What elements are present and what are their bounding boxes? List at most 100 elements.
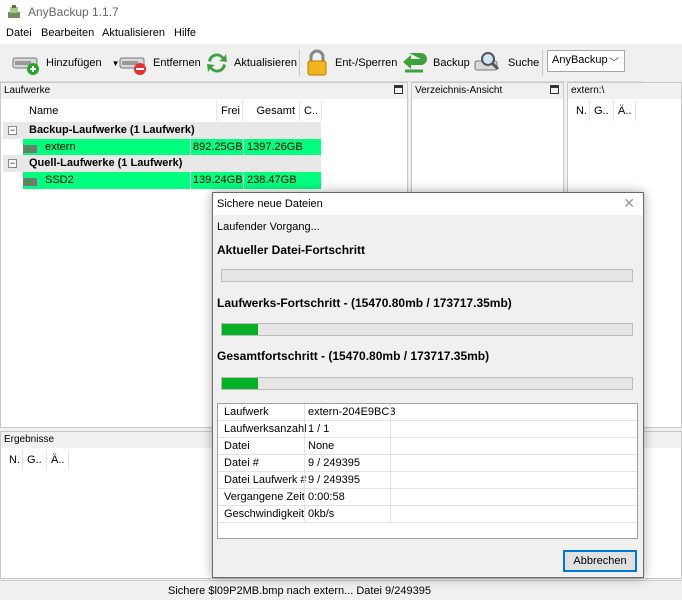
info-key: Geschwindigkeit bbox=[224, 508, 305, 520]
cell-divider bbox=[390, 489, 391, 506]
add-button[interactable]: Hinzufügen ▼ bbox=[12, 48, 120, 78]
column-header-g[interactable]: G.. bbox=[590, 101, 614, 121]
drive-name: extern bbox=[45, 141, 76, 153]
cancel-button-label: Abbrechen bbox=[573, 555, 627, 567]
info-key: Datei Laufwerk # bbox=[224, 474, 307, 486]
column-header-n[interactable]: N. bbox=[572, 101, 590, 121]
column-header-a[interactable]: Ä.. bbox=[47, 450, 69, 470]
column-header-name[interactable]: Name bbox=[25, 101, 217, 121]
cell-divider bbox=[390, 455, 391, 472]
menu-datei[interactable]: Datei bbox=[6, 27, 32, 39]
group-source-drives[interactable]: − Quell-Laufwerke (1 Laufwerk) bbox=[3, 155, 321, 172]
search-drive-icon bbox=[474, 52, 500, 71]
backup-button-label: Backup bbox=[433, 57, 470, 69]
table-row: Laufwerksanzahl 1 / 1 bbox=[218, 421, 637, 438]
backup-button[interactable]: Backup bbox=[401, 48, 470, 78]
close-icon[interactable]: ✕ bbox=[623, 195, 635, 212]
info-key: Vergangene Zeit bbox=[224, 491, 305, 503]
info-value: 9 / 249395 bbox=[308, 457, 360, 469]
drive-row-ssd2[interactable]: SSD2 139.24GB 238.47GB bbox=[23, 172, 321, 189]
cell-divider bbox=[390, 421, 391, 438]
total-progress-fill bbox=[222, 378, 259, 389]
table-row: Vergangene Zeit 0:00:58 bbox=[218, 489, 637, 506]
drive-free: 139.24GB bbox=[193, 174, 243, 186]
lock-button-label: Ent-/Sperren bbox=[335, 57, 398, 69]
column-header-c[interactable]: C.. bbox=[300, 101, 322, 121]
cell-divider bbox=[304, 421, 305, 438]
group-backup-drives[interactable]: − Backup-Laufwerke (1 Laufwerk) bbox=[3, 122, 321, 139]
cell-divider bbox=[304, 404, 305, 421]
column-header-n[interactable]: N. bbox=[5, 450, 23, 470]
info-key: Datei # bbox=[224, 457, 259, 469]
lock-button[interactable]: Ent-/Sperren bbox=[305, 48, 397, 78]
drives-panel-header: Laufwerke bbox=[1, 83, 407, 99]
dialog-title: Sichere neue Dateien bbox=[217, 198, 323, 210]
column-header-g[interactable]: G.. bbox=[23, 450, 47, 470]
drive-progress-label: Laufwerks-Fortschritt - (15470.80mb / 17… bbox=[217, 296, 512, 310]
group-label: Quell-Laufwerke (1 Laufwerk) bbox=[29, 157, 183, 169]
cell-divider bbox=[304, 489, 305, 506]
cell-divider bbox=[304, 455, 305, 472]
table-row: Laufwerk extern-204E9BC3 bbox=[218, 404, 637, 421]
column-header-free[interactable]: Frei bbox=[217, 101, 243, 121]
total-progress-bar bbox=[221, 377, 633, 390]
status-bar: Sichere $l09P2MB.bmp nach extern... Date… bbox=[0, 580, 682, 600]
drive-row-extern[interactable]: extern 892.25GB 1397.26GB bbox=[23, 139, 321, 156]
drive-name: SSD2 bbox=[45, 174, 74, 186]
cancel-button[interactable]: Abbrechen bbox=[563, 550, 637, 572]
dock-icon[interactable] bbox=[394, 85, 403, 94]
remove-button-label: Entfernen bbox=[153, 57, 201, 69]
app-logo-icon bbox=[8, 5, 20, 18]
column-label: G.. bbox=[594, 105, 609, 117]
info-value: None bbox=[308, 440, 335, 452]
collapse-icon[interactable]: − bbox=[8, 159, 17, 168]
cell-divider bbox=[304, 472, 305, 489]
window-title: AnyBackup 1.1.7 bbox=[28, 5, 119, 19]
info-key: Laufwerksanzahl bbox=[224, 423, 307, 435]
collapse-icon[interactable]: − bbox=[8, 126, 17, 135]
info-key: Laufwerk bbox=[224, 406, 269, 418]
profile-select[interactable]: AnyBackup ﹀ bbox=[547, 50, 625, 72]
search-button-label: Suche bbox=[508, 57, 540, 69]
column-label: G.. bbox=[27, 454, 42, 466]
info-value: 1 / 1 bbox=[308, 423, 330, 435]
refresh-button-label: Aktualisieren bbox=[234, 57, 297, 69]
drive-total: 238.47GB bbox=[247, 174, 297, 186]
dock-icon[interactable] bbox=[550, 85, 559, 94]
toolbar: Hinzufügen ▼ Entfernen Aktualisieren Ent… bbox=[0, 44, 642, 82]
column-header-a[interactable]: Ä.. bbox=[614, 101, 636, 121]
profile-select-value: AnyBackup bbox=[552, 54, 608, 66]
info-key: Datei bbox=[224, 440, 250, 452]
backup-progress-dialog: Sichere neue Dateien ✕ Laufender Vorgang… bbox=[212, 192, 644, 578]
refresh-button[interactable]: Aktualisieren bbox=[204, 48, 297, 78]
column-label: N. bbox=[9, 454, 20, 466]
menu-hilfe[interactable]: Hilfe bbox=[174, 27, 196, 39]
menu-aktualisieren[interactable]: Aktualisieren bbox=[102, 27, 165, 39]
drive-total: 1397.26GB bbox=[247, 141, 303, 153]
column-label: N. bbox=[576, 105, 587, 117]
group-label: Backup-Laufwerke (1 Laufwerk) bbox=[29, 124, 195, 136]
cell-divider bbox=[390, 472, 391, 489]
file-progress-label: Aktueller Datei-Fortschritt bbox=[217, 243, 366, 257]
menu-bearbeiten[interactable]: Bearbeiten bbox=[41, 27, 94, 39]
drive-icon bbox=[23, 178, 37, 186]
dialog-title-bar: Sichere neue Dateien ✕ bbox=[213, 193, 643, 215]
remove-drive-icon bbox=[119, 57, 146, 75]
backup-icon bbox=[403, 53, 427, 73]
chevron-down-icon: ﹀ bbox=[609, 58, 619, 69]
search-button[interactable]: Suche bbox=[474, 48, 539, 78]
file-progress-bar bbox=[221, 269, 633, 282]
toolbar-divider bbox=[542, 50, 543, 76]
drive-icon bbox=[23, 145, 37, 153]
column-header-total[interactable]: Gesamt bbox=[243, 101, 300, 121]
info-value: 0kb/s bbox=[308, 508, 335, 520]
cell-divider bbox=[390, 506, 391, 523]
title-bar: AnyBackup 1.1.7 bbox=[0, 0, 682, 24]
file-list-panel-header: extern:\ bbox=[568, 83, 681, 99]
table-row: Datei Laufwerk #9 / 249395 bbox=[218, 472, 637, 489]
remove-button[interactable]: Entfernen bbox=[119, 48, 201, 78]
table-row: Geschwindigkeit 0kb/s bbox=[218, 506, 637, 523]
cell-divider bbox=[390, 438, 391, 455]
cell-divider bbox=[243, 139, 244, 156]
dialog-status-text: Laufender Vorgang... bbox=[217, 221, 320, 233]
